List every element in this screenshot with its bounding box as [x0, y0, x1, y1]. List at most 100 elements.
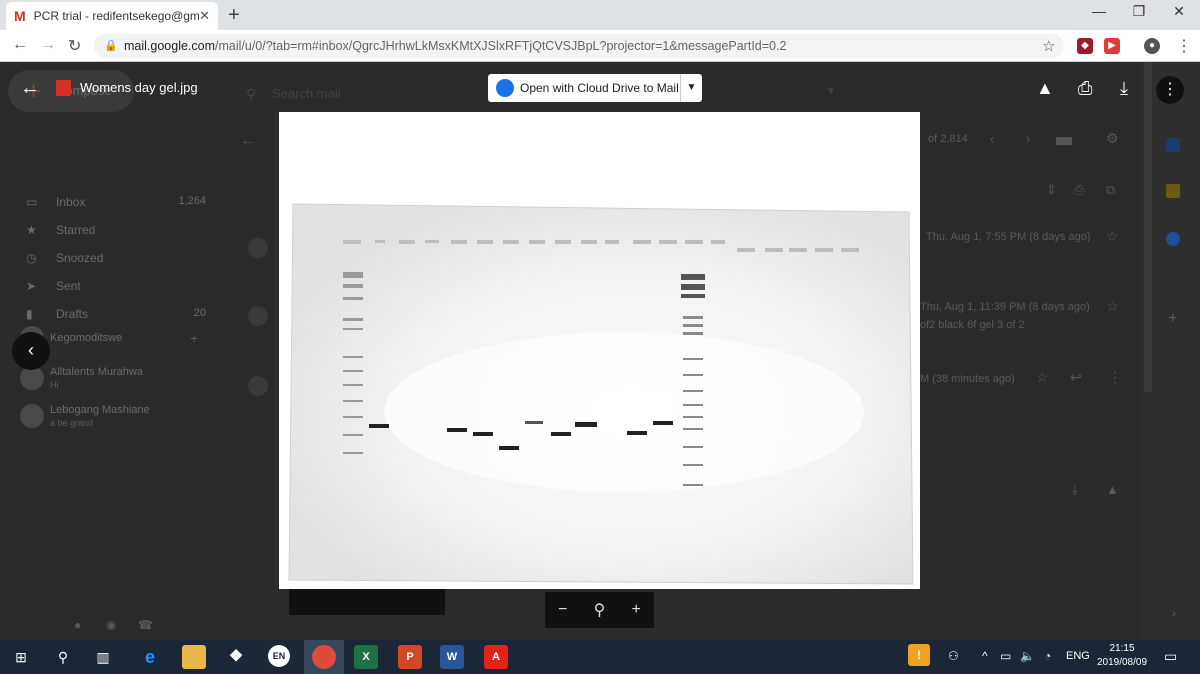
close-viewer-back-icon[interactable]: ←: [20, 77, 40, 100]
nav-label: Drafts: [56, 307, 89, 321]
star-icon[interactable]: ☆: [1106, 298, 1119, 315]
save-to-drive-icon[interactable]: ▲: [1106, 482, 1119, 497]
zoom-magnifier-icon[interactable]: ⚲: [594, 600, 606, 620]
add-to-drive-icon[interactable]: ▲: [1036, 78, 1054, 99]
print-all-icon[interactable]: ⎙: [1074, 182, 1084, 198]
nav-label: Starred: [56, 223, 96, 237]
dropbox-icon[interactable]: ❖: [224, 645, 248, 669]
avatar: [20, 404, 44, 428]
add-ons-plus-icon[interactable]: +: [1168, 310, 1177, 328]
browser-tab[interactable]: M PCR trial - redifentsekego@gma ✕: [6, 2, 218, 30]
extension-shield-icon[interactable]: ◆: [1077, 38, 1093, 54]
nav-count: 1,264: [178, 195, 206, 207]
draft-icon: ▮: [26, 307, 33, 321]
previous-image-chevron-icon[interactable]: ‹: [12, 332, 50, 370]
star-icon[interactable]: ☆: [1106, 228, 1119, 245]
hangouts-icon[interactable]: ◉: [106, 618, 116, 632]
bookmark-star-icon[interactable]: ☆: [1042, 37, 1055, 55]
powerpoint-icon[interactable]: P: [398, 645, 422, 669]
open-with-button[interactable]: Open with Cloud Drive to Mail ▼: [488, 74, 702, 102]
volume-icon[interactable]: 🔈: [1020, 649, 1035, 663]
people-icon[interactable]: ⚇: [948, 649, 959, 663]
phone-icon[interactable]: ☎: [138, 618, 153, 632]
reload-icon[interactable]: ↻: [68, 36, 81, 56]
open-with-dropdown-icon[interactable]: ▼: [680, 74, 702, 102]
acrobat-icon[interactable]: A: [484, 645, 508, 669]
message-snippet: of2 black 6f gel 3 of 2: [920, 319, 1025, 331]
address-bar[interactable]: 🔒 mail.google.com/mail/u/0/?tab=rm#inbox…: [94, 34, 1064, 58]
edge-browser-icon[interactable]: e: [138, 645, 162, 669]
nav-item-inbox[interactable]: ▭ Inbox 1,264: [26, 195, 206, 215]
contact-name: Alltalents Murahwa: [50, 366, 143, 378]
close-window-button[interactable]: ✕: [1164, 3, 1194, 20]
message-date: M (38 minutes ago): [920, 373, 1015, 385]
nav-item-starred[interactable]: ★ Starred: [26, 223, 206, 243]
person-icon[interactable]: ●: [74, 618, 81, 632]
keep-icon[interactable]: [1166, 184, 1180, 198]
attachment-thumbnail[interactable]: [289, 589, 445, 615]
new-tab-button[interactable]: +: [228, 4, 240, 27]
more-icon[interactable]: ⋮: [1108, 369, 1122, 386]
browser-menu-icon[interactable]: ⋮: [1176, 36, 1192, 56]
open-new-window-icon[interactable]: ⧉: [1106, 182, 1115, 198]
calendar-icon[interactable]: [1166, 138, 1180, 152]
download-attachment-icon[interactable]: ⤓: [1072, 482, 1078, 498]
clock-date: 2019/08/09: [1096, 657, 1148, 668]
search-options-icon[interactable]: ▼: [826, 86, 836, 97]
extension-play-icon[interactable]: ▶: [1104, 38, 1120, 54]
clock-time: 21:15: [1109, 643, 1135, 654]
file-explorer-icon[interactable]: [182, 645, 206, 669]
action-center-icon[interactable]: ▭: [1164, 648, 1177, 665]
older-chevron-icon[interactable]: ›: [1026, 131, 1030, 146]
excel-icon[interactable]: X: [354, 645, 378, 669]
zoom-toolbar: − ⚲ +: [545, 592, 654, 628]
contact-name: Lebogang Mashiane: [50, 404, 150, 416]
search-input[interactable]: Search mail: [272, 86, 341, 101]
settings-gear-icon[interactable]: ⚙: [1106, 130, 1119, 147]
tab-title: PCR trial - redifentsekego@gma: [33, 9, 200, 23]
back-to-inbox-icon[interactable]: ←: [240, 132, 256, 150]
nav-item-sent[interactable]: ➤ Sent: [26, 279, 206, 299]
chrome-browser-icon[interactable]: [312, 645, 336, 669]
reply-icon[interactable]: ↩: [1070, 369, 1082, 386]
search-icon[interactable]: ⚲: [246, 86, 256, 103]
zoom-out-button[interactable]: −: [558, 601, 567, 619]
input-tools-icon[interactable]: [1056, 137, 1072, 145]
contact-status: Hi: [50, 380, 59, 390]
contact-name: Kegomoditswe: [50, 332, 123, 344]
newer-chevron-icon[interactable]: ‹: [990, 131, 994, 146]
task-view-icon[interactable]: ▥: [92, 646, 114, 668]
add-contact-icon[interactable]: +: [190, 330, 198, 346]
tasks-icon[interactable]: [1166, 232, 1180, 246]
restore-button[interactable]: ❐: [1124, 3, 1154, 20]
show-hidden-icons-chevron-icon[interactable]: ^: [982, 649, 988, 663]
expand-icon[interactable]: ⇕: [1046, 182, 1057, 198]
language-badge-icon[interactable]: EN: [268, 645, 290, 667]
hangout-contact[interactable]: Lebogang Mashiane a be grand: [20, 404, 200, 440]
minimize-button[interactable]: —: [1084, 3, 1114, 19]
profile-avatar-icon[interactable]: ●: [1144, 38, 1160, 54]
battery-icon[interactable]: ▭: [1000, 649, 1011, 663]
word-icon[interactable]: W: [440, 645, 464, 669]
print-icon[interactable]: ⎙: [1078, 78, 1092, 99]
nav-item-snoozed[interactable]: ◷ Snoozed: [26, 251, 206, 271]
hangout-contact[interactable]: Alltalents Murahwa Hi: [20, 366, 200, 402]
system-clock[interactable]: 21:15 2019/08/09: [1092, 642, 1152, 670]
contact-status: a be grand: [50, 418, 94, 428]
nav-item-drafts[interactable]: ▮ Drafts 20: [26, 307, 206, 327]
input-language[interactable]: ENG: [1066, 650, 1090, 662]
search-icon[interactable]: ⚲: [52, 646, 74, 668]
tab-close-icon[interactable]: ✕: [199, 8, 210, 24]
side-panel-toggle-icon[interactable]: ›: [1172, 606, 1176, 620]
star-icon[interactable]: ☆: [1036, 369, 1049, 386]
scrollbar[interactable]: [1144, 62, 1152, 392]
download-icon[interactable]: ⤓: [1120, 78, 1128, 99]
url-path: /mail/u/0/?tab=rm#inbox/QgrcJHrhwLkMsxKM…: [215, 39, 787, 53]
notification-app-icon[interactable]: !: [908, 644, 930, 666]
wifi-icon[interactable]: ◔: [1044, 649, 1051, 663]
zoom-in-button[interactable]: +: [632, 601, 641, 619]
back-arrow-icon[interactable]: ←: [12, 36, 28, 54]
more-options-icon[interactable]: ⋮: [1156, 76, 1184, 104]
windows-start-icon[interactable]: ⊞: [10, 646, 32, 668]
forward-arrow-icon[interactable]: →: [40, 36, 56, 54]
